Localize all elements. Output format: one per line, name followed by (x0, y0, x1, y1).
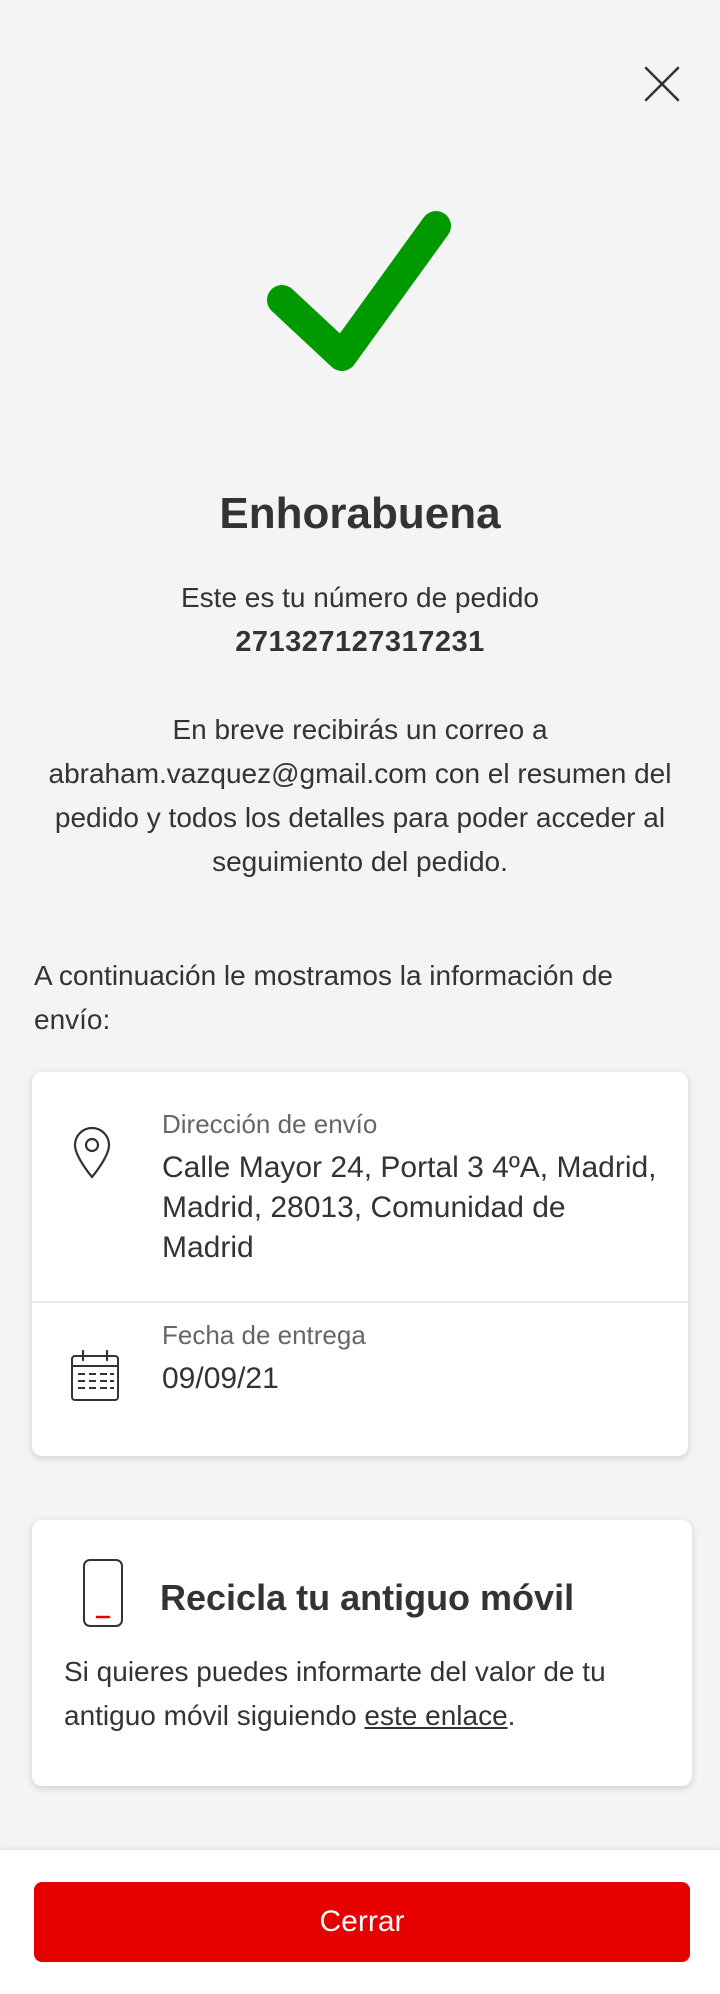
delivery-date-row: Fecha de entrega 09/09/21 (32, 1303, 688, 1456)
success-check (258, 202, 458, 402)
shipping-info-card: Dirección de envío Calle Mayor 24, Porta… (32, 1072, 688, 1456)
shipping-intro: A continuación le mostramos la informaci… (34, 960, 613, 1035)
address-value: Calle Mayor 24, Portal 3 4ºA, Madrid, Ma… (162, 1151, 657, 1264)
order-number-label: Este es tu número de pedido (180, 582, 539, 613)
recycle-text-end: . (507, 1700, 516, 1731)
calendar-icon (71, 1349, 119, 1401)
recycle-card: Recicla tu antiguo móvil Si quieres pued… (32, 1520, 692, 1786)
page-title: Enhorabuena (219, 489, 501, 538)
close-button[interactable] (640, 62, 684, 106)
recycle-title: Recicla tu antiguo móvil (160, 1577, 575, 1618)
shipping-address-row: Dirección de envío Calle Mayor 24, Porta… (32, 1072, 688, 1303)
mobile-phone-icon (83, 1559, 123, 1627)
delivery-date-value: 09/09/21 (162, 1362, 279, 1395)
check-icon (267, 211, 451, 371)
order-number: 271327127317231 (235, 626, 485, 658)
recycle-link[interactable]: este enlace (364, 1700, 507, 1731)
email-confirmation-text: En breve recibirás un correo a abraham.v… (48, 714, 672, 877)
delivery-date-label: Fecha de entrega (162, 1320, 366, 1350)
footer-bar: Cerrar (0, 1850, 720, 1994)
recycle-description: Si quieres puedes informarte del valor d… (64, 1650, 664, 1738)
location-pin-icon (73, 1126, 111, 1179)
address-label: Dirección de envío (162, 1109, 378, 1139)
close-primary-button[interactable]: Cerrar (34, 1882, 690, 1962)
close-icon (644, 66, 680, 102)
recycle-text-start: Si quieres puedes informarte del valor d… (64, 1656, 606, 1731)
